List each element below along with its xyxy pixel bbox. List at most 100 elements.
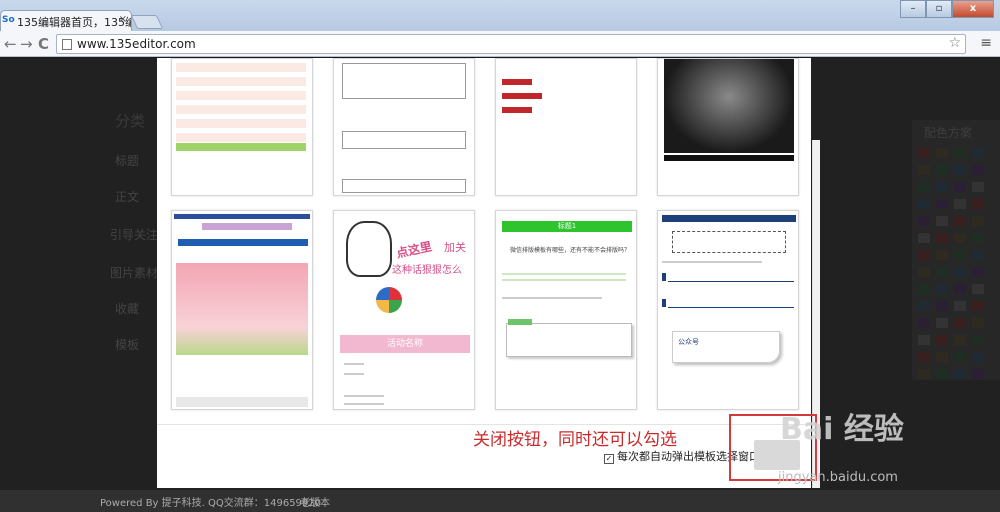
watermark-brand: Bai 经验 — [780, 412, 904, 447]
sidebar-item-images[interactable]: 图片素材 — [110, 264, 158, 281]
baidu-watermark: Bai 经验 jingyan.baidu.com — [778, 404, 904, 485]
palette-swatch[interactable] — [936, 318, 948, 328]
palette-swatch[interactable] — [936, 250, 948, 260]
palette-swatch[interactable] — [972, 233, 984, 243]
palette-swatch[interactable] — [954, 250, 966, 260]
browser-menu-icon[interactable]: ≡ — [980, 35, 992, 51]
browser-toolbar: ← → C www.135editor.com ☆ ≡ — [0, 31, 1000, 57]
card-account-label: 公众号 — [678, 338, 699, 346]
palette-swatch[interactable] — [954, 216, 966, 226]
card-question-text: 微信排版模板有哪些，还有不能不会排版吗？ — [510, 247, 628, 254]
palette-swatch[interactable] — [954, 199, 966, 209]
palette-swatch[interactable] — [954, 318, 966, 328]
palette-swatch[interactable] — [972, 284, 984, 294]
bookmark-star-icon[interactable]: ☆ — [948, 35, 961, 51]
palette-swatch[interactable] — [936, 284, 948, 294]
palette-swatch[interactable] — [972, 301, 984, 311]
palette-swatch[interactable] — [918, 352, 930, 362]
tab-title: 135编辑器首页，135编辑 — [17, 16, 131, 29]
palette-swatch[interactable] — [936, 148, 948, 158]
palette-swatch[interactable] — [936, 267, 948, 277]
palette-swatch[interactable] — [972, 267, 984, 277]
palette-swatch[interactable] — [972, 250, 984, 260]
palette-swatch[interactable] — [918, 250, 930, 260]
palette-swatch[interactable] — [954, 369, 966, 379]
sidebar-heading: 分类 — [115, 112, 146, 130]
palette-swatch[interactable] — [954, 148, 966, 158]
back-icon[interactable]: ← — [4, 35, 17, 53]
forward-icon[interactable]: → — [20, 35, 33, 53]
palette-swatch[interactable] — [936, 199, 948, 209]
card-banner-text-3: 这种话狠狠怎么 — [392, 265, 462, 276]
palette-swatch[interactable] — [972, 182, 984, 192]
sidebar-item-favorites[interactable]: 收藏 — [115, 300, 139, 317]
palette-title: 配色方案 — [924, 126, 973, 140]
template-card[interactable] — [333, 58, 475, 196]
palette-swatch[interactable] — [918, 216, 930, 226]
palette-swatch[interactable] — [936, 182, 948, 192]
address-url: www.135editor.com — [77, 37, 196, 51]
palette-swatch[interactable] — [954, 284, 966, 294]
kite-girl-image — [176, 263, 308, 355]
browser-titlebar: So 135编辑器首页，135编辑 × – ▫ x — [0, 0, 1000, 31]
palette-swatch[interactable] — [954, 165, 966, 175]
palette-swatch[interactable] — [918, 233, 930, 243]
window-controls: – ▫ x — [900, 0, 994, 20]
palette-swatch[interactable] — [954, 301, 966, 311]
template-card[interactable]: 公众号 — [657, 210, 799, 410]
palette-swatch[interactable] — [918, 199, 930, 209]
sidebar-item-follow[interactable]: 引导关注 — [110, 226, 158, 243]
palette-swatch[interactable] — [936, 335, 948, 345]
palette-swatch[interactable] — [954, 233, 966, 243]
palette-swatch[interactable] — [918, 301, 930, 311]
palette-swatch[interactable] — [972, 199, 984, 209]
template-card[interactable]: 标题1 微信排版模板有哪些，还有不能不会排版吗？ — [495, 210, 637, 410]
palette-swatch[interactable] — [972, 165, 984, 175]
palette-swatch[interactable] — [954, 182, 966, 192]
browser-tab[interactable]: So 135编辑器首页，135编辑 × — [0, 10, 132, 31]
auto-popup-checkbox[interactable]: ✓ — [604, 454, 614, 464]
palette-swatch[interactable] — [918, 284, 930, 294]
template-card[interactable] — [495, 58, 637, 196]
template-card[interactable] — [171, 210, 313, 410]
minimize-button[interactable]: – — [900, 0, 926, 18]
palette-swatch[interactable] — [918, 148, 930, 158]
palette-swatch[interactable] — [918, 335, 930, 345]
palette-swatch[interactable] — [936, 165, 948, 175]
palette-swatch[interactable] — [972, 216, 984, 226]
tab-close-icon[interactable]: × — [119, 14, 127, 25]
reload-icon[interactable]: C — [38, 35, 49, 53]
card-green-header: 标题1 — [502, 221, 632, 232]
address-bar[interactable]: www.135editor.com ☆ — [56, 34, 966, 54]
palette-swatch[interactable] — [936, 369, 948, 379]
palette-swatch[interactable] — [918, 182, 930, 192]
palette-swatch[interactable] — [954, 352, 966, 362]
window-close-button[interactable]: x — [952, 0, 994, 18]
ball-image — [376, 287, 402, 313]
palette-swatch[interactable] — [972, 369, 984, 379]
palette-swatch[interactable] — [972, 318, 984, 328]
palette-swatch[interactable] — [936, 216, 948, 226]
new-tab-button[interactable] — [130, 15, 164, 29]
palette-swatch[interactable] — [954, 267, 966, 277]
palette-swatch[interactable] — [936, 233, 948, 243]
palette-swatch[interactable] — [918, 165, 930, 175]
sidebar-item-title[interactable]: 标题 — [115, 152, 139, 169]
palette-swatch[interactable] — [918, 369, 930, 379]
snow-tree-image — [664, 59, 794, 153]
palette-swatch[interactable] — [918, 267, 930, 277]
template-card[interactable]: 点这里 加关 这种话狠狠怎么 活动名称 — [333, 210, 475, 410]
palette-swatch[interactable] — [972, 352, 984, 362]
maximize-button[interactable]: ▫ — [926, 0, 952, 18]
template-card[interactable] — [171, 58, 313, 196]
template-card[interactable] — [657, 58, 799, 196]
footer-old-version-link[interactable]: 老版本 — [300, 494, 330, 509]
palette-swatch[interactable] — [936, 352, 948, 362]
sidebar-item-templates[interactable]: 模板 — [115, 336, 139, 353]
palette-swatch[interactable] — [972, 148, 984, 158]
palette-swatch[interactable] — [972, 335, 984, 345]
palette-swatch[interactable] — [936, 301, 948, 311]
sidebar-item-body[interactable]: 正文 — [115, 188, 139, 205]
palette-swatch[interactable] — [954, 335, 966, 345]
palette-swatch[interactable] — [918, 318, 930, 328]
